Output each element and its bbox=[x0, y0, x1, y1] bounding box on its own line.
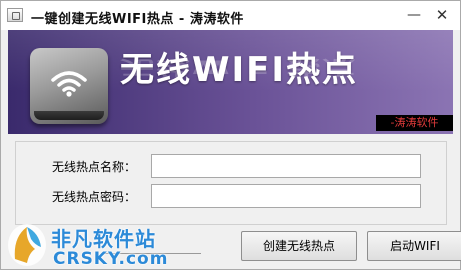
wifi-router-icon bbox=[30, 48, 108, 124]
password-label: 无线热点密码： bbox=[52, 190, 137, 204]
title-bar: 一键创建无线WIFI热点 - 涛涛软件 — ✕ bbox=[1, 1, 460, 30]
window-title: 一键创建无线WIFI热点 - 涛涛软件 bbox=[31, 12, 244, 27]
app-window: 一键创建无线WIFI热点 - 涛涛软件 — ✕ 无线WIFI热点 无线WIFI热… bbox=[0, 0, 461, 270]
watermark-logo-icon bbox=[8, 224, 46, 266]
start-wifi-button[interactable]: 启动WIFI bbox=[367, 231, 461, 261]
close-button[interactable]: ✕ bbox=[431, 5, 453, 25]
password-input[interactable] bbox=[151, 184, 421, 208]
watermark: 非凡软件站 CRSKY.com bbox=[5, 219, 169, 270]
watermark-cn-text: 非凡软件站 bbox=[51, 227, 156, 251]
header-banner: 无线WIFI热点 无线WIFI热点 -涛涛软件 bbox=[8, 30, 453, 134]
watermark-en-text: CRSKY.com bbox=[53, 249, 169, 269]
ssid-label: 无线热点名称： bbox=[52, 160, 137, 174]
banner-title-reflection: 无线WIFI热点 bbox=[120, 55, 359, 78]
ssid-input[interactable] bbox=[151, 154, 421, 178]
app-icon bbox=[7, 8, 23, 22]
minimize-button[interactable]: — bbox=[403, 5, 425, 25]
brand-tag: -涛涛软件 bbox=[376, 115, 453, 131]
create-hotspot-button[interactable]: 创建无线热点 bbox=[241, 231, 357, 261]
